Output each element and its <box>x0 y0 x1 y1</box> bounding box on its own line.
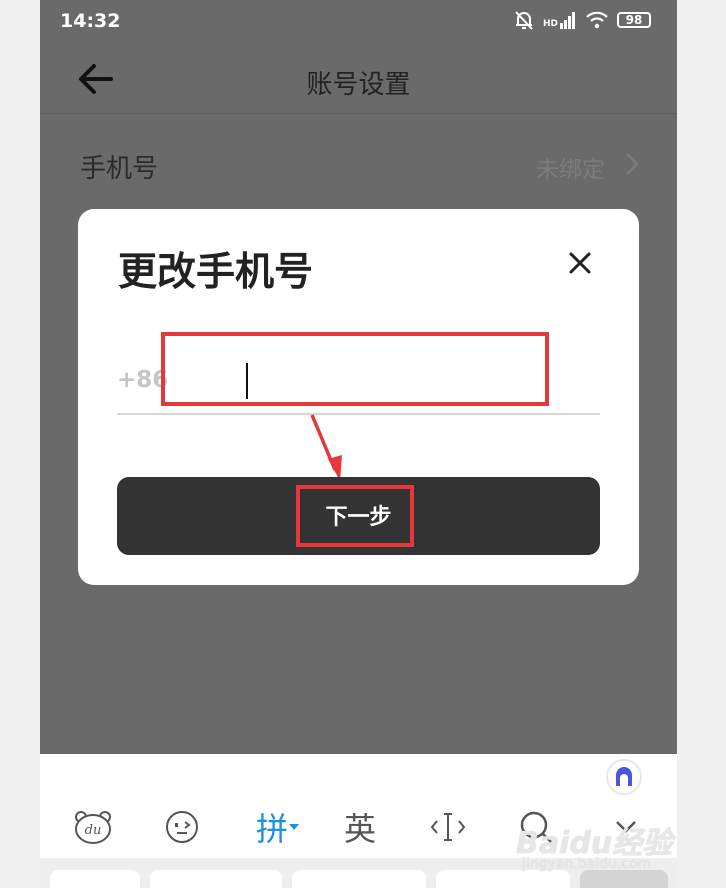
assistant-icon[interactable] <box>606 759 642 795</box>
settings-content: 手机号 未绑定 更改手机号 +86 下一步 <box>40 114 677 754</box>
pinyin-mode-button[interactable]: 拼 <box>250 807 306 848</box>
keyboard-key[interactable] <box>50 870 140 888</box>
english-mode-button[interactable]: 英 <box>340 807 380 848</box>
keyboard-key[interactable] <box>150 870 282 888</box>
annotation-arrow-icon <box>310 414 342 481</box>
bear-logo-icon[interactable]: du <box>70 807 116 847</box>
battery-indicator: 98 <box>617 12 651 28</box>
english-label: 英 <box>343 810 376 848</box>
dropdown-triangle-icon <box>289 824 299 830</box>
page-title: 账号设置 <box>306 70 411 100</box>
dialog-title: 更改手机号 <box>118 250 314 295</box>
phone-label: 手机号 <box>80 154 159 184</box>
svg-text:du: du <box>85 823 102 838</box>
signal-icon <box>560 12 575 29</box>
app-header: 账号设置 <box>40 44 677 114</box>
signal-group: HD <box>543 11 577 29</box>
bell-muted-icon <box>515 11 533 30</box>
annotation-highlight-button <box>296 485 414 547</box>
cursor-move-icon[interactable] <box>426 807 470 847</box>
watermark-url: jingyan.baidu.com <box>522 856 652 872</box>
hd-badge: HD <box>542 19 558 29</box>
phone-screen: 14:32 HD 98 账号设置 手机号 未绑定 更改手机号 +86 下一步 d… <box>40 0 677 888</box>
keyboard-key[interactable] <box>292 870 426 888</box>
phone-input-field[interactable]: +86 <box>117 329 600 415</box>
next-step-button[interactable]: 下一步 <box>117 477 600 555</box>
change-phone-dialog: 更改手机号 +86 下一步 <box>78 209 639 585</box>
emoji-icon[interactable] <box>160 807 204 847</box>
pinyin-label: 拼 <box>255 810 288 848</box>
status-time: 14:32 <box>60 10 121 32</box>
baidu-watermark: Baidu经验 jingyan.baidu.com <box>516 812 716 882</box>
status-icons: HD 98 <box>513 10 651 30</box>
wifi-icon <box>586 11 608 29</box>
chevron-right-icon <box>626 153 639 175</box>
annotation-highlight-input <box>161 332 549 406</box>
phone-status: 未绑定 <box>536 157 605 183</box>
settings-row-phone[interactable]: 手机号 未绑定 <box>40 114 677 214</box>
status-bar: 14:32 HD 98 <box>40 0 677 44</box>
close-icon[interactable] <box>569 252 591 274</box>
